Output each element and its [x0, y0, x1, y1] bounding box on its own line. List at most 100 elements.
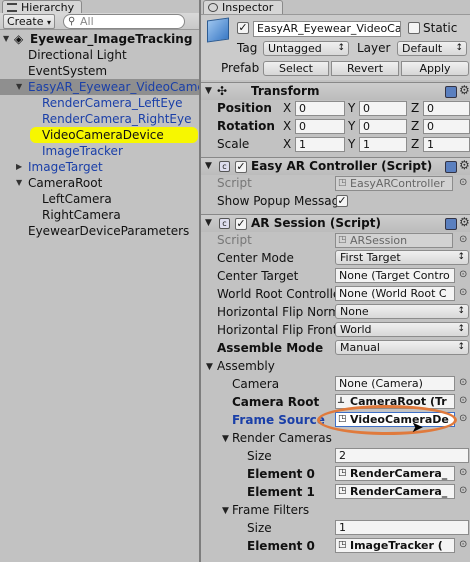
gear-icon[interactable]: ⚙ — [459, 158, 470, 172]
assemble-mode-dropdown[interactable]: Manual — [335, 340, 469, 355]
object-picker-icon[interactable]: ⊙ — [459, 485, 467, 496]
create-button[interactable]: Create ▾ — [3, 14, 55, 29]
scale-x-field[interactable]: 1 — [295, 137, 345, 152]
render-cameras-label: Render Cameras — [232, 431, 332, 445]
camera-field[interactable]: None (Camera) — [335, 376, 455, 391]
position-y-field[interactable]: 0 — [359, 101, 407, 116]
tree-item-directional-light[interactable]: Directional Light — [0, 47, 200, 63]
scene-row[interactable]: ▼ ◈ Eyewear_ImageTracking — [0, 31, 200, 47]
scale-y-field[interactable]: 1 — [359, 137, 407, 152]
object-picker-icon[interactable]: ⊙ — [459, 269, 467, 280]
assembly-label: Assembly — [217, 359, 275, 373]
object-picker-icon[interactable]: ⊙ — [459, 395, 467, 406]
active-checkbox[interactable]: ✓ — [237, 22, 249, 34]
tree-item-render-camera-left[interactable]: RenderCamera_LeftEye — [0, 95, 200, 111]
expand-arrow-icon[interactable]: ▼ — [205, 86, 212, 96]
session-enabled-checkbox[interactable]: ✓ — [235, 218, 247, 230]
center-mode-label: Center Mode — [217, 251, 294, 265]
easyar-controller-header[interactable]: ▼ c ✓ Easy AR Controller (Script) ⚙ — [201, 157, 470, 175]
center-mode-dropdown[interactable]: First Target — [335, 250, 469, 265]
tree-item-event-system[interactable]: EventSystem — [0, 63, 200, 79]
expand-arrow-icon[interactable]: ▼ — [206, 362, 213, 372]
gear-icon[interactable]: ⚙ — [459, 215, 470, 229]
rotation-y-label: Y — [348, 119, 356, 133]
hierarchy-list-icon — [7, 3, 17, 12]
tree-item-video-camera-device[interactable]: VideoCameraDevice — [30, 127, 198, 143]
expand-arrow-icon[interactable]: ▼ — [16, 79, 22, 95]
position-z-field[interactable]: 0 — [423, 101, 470, 116]
session-script-field: ◳ ARSession — [335, 233, 453, 248]
render-element0-field[interactable]: ◳ RenderCamera_ — [335, 466, 455, 481]
hflip-normal-label: Horizontal Flip Norma — [217, 305, 348, 319]
tree-item-image-tracker[interactable]: ImageTracker — [0, 143, 200, 159]
tree-item-image-target[interactable]: ▶ ImageTarget — [0, 159, 200, 175]
rotation-y-field[interactable]: 0 — [359, 119, 407, 134]
prefab-revert-button[interactable]: Revert — [331, 61, 399, 76]
help-book-icon[interactable] — [445, 161, 457, 173]
render-size-field[interactable]: 2 — [335, 448, 469, 463]
tag-dropdown[interactable]: Untagged — [263, 41, 349, 56]
tree-item-left-camera[interactable]: LeftCamera — [0, 191, 200, 207]
tree-item-right-camera[interactable]: RightCamera — [0, 207, 200, 223]
expand-arrow-icon[interactable]: ▼ — [3, 31, 9, 47]
help-book-icon[interactable] — [445, 218, 457, 230]
expand-arrow-icon[interactable]: ▼ — [222, 506, 229, 516]
expand-arrow-icon[interactable]: ▼ — [205, 161, 212, 171]
frame-filters-label: Frame Filters — [232, 503, 310, 517]
expand-arrow-icon[interactable]: ▼ — [16, 175, 22, 191]
script-icon: ◳ — [338, 235, 347, 245]
prefab-label: Prefab — [221, 61, 260, 75]
render-element1-field[interactable]: ◳ RenderCamera_ — [335, 484, 455, 499]
transform-header[interactable]: ▼ ✣ Transform ⚙ — [201, 82, 470, 100]
layer-label: Layer — [357, 41, 391, 55]
rotation-z-field[interactable]: 0 — [423, 119, 470, 134]
tree-item-easyar-eyewear-videocamera[interactable]: ▼ EasyAR_Eyewear_VideoCamera — [0, 79, 200, 95]
static-label: Static — [423, 21, 458, 35]
session-title: AR Session (Script) — [251, 216, 381, 230]
tree-item-label: VideoCameraDevice — [42, 128, 164, 142]
tree-item-camera-root[interactable]: ▼ CameraRoot — [0, 175, 200, 191]
filters-size-field[interactable]: 1 — [335, 520, 469, 535]
tree-item-render-camera-right[interactable]: RenderCamera_RightEye — [0, 111, 200, 127]
object-picker-icon[interactable]: ⊙ — [459, 377, 467, 388]
object-picker-icon[interactable]: ⊙ — [459, 539, 467, 550]
position-x-field[interactable]: 0 — [295, 101, 345, 116]
hierarchy-search-input[interactable]: ⚲ All — [63, 14, 185, 29]
object-picker-icon[interactable]: ⊙ — [459, 234, 467, 245]
rotation-label: Rotation — [217, 119, 275, 133]
collapse-arrow-icon[interactable]: ▶ — [16, 159, 22, 175]
rotation-x-field[interactable]: 0 — [295, 119, 345, 134]
tree-item-eyewear-device-parameters[interactable]: EyewearDeviceParameters — [0, 223, 200, 239]
hflip-normal-dropdown[interactable]: None — [335, 304, 469, 319]
controller-enabled-checkbox[interactable]: ✓ — [235, 161, 247, 173]
prefab-select-button[interactable]: Select — [263, 61, 329, 76]
object-picker-icon[interactable]: ⊙ — [459, 467, 467, 478]
object-name-field[interactable]: EasyAR_Eyewear_VideoCamera — [253, 21, 401, 37]
prefab-apply-button[interactable]: Apply — [401, 61, 469, 76]
position-label: Position — [217, 101, 272, 115]
tab-inspector[interactable]: Inspector — [203, 0, 283, 14]
ar-session-header[interactable]: ▼ c ✓ AR Session (Script) ⚙ — [201, 214, 470, 232]
scale-z-field[interactable]: 1 — [423, 137, 470, 152]
hflip-front-dropdown[interactable]: World — [335, 322, 469, 337]
search-placeholder: All — [80, 15, 94, 28]
gear-icon[interactable]: ⚙ — [459, 83, 470, 97]
static-checkbox[interactable] — [408, 22, 420, 34]
gameobject-cube-icon — [207, 17, 229, 43]
center-target-field[interactable]: None (Target Contro — [335, 268, 455, 283]
layer-dropdown[interactable]: Default — [397, 41, 467, 56]
info-icon — [208, 3, 218, 12]
tree-item-label: RenderCamera_RightEye — [42, 112, 192, 126]
expand-arrow-icon[interactable]: ▼ — [222, 434, 229, 444]
object-picker-icon[interactable]: ⊙ — [459, 413, 467, 424]
object-picker-icon[interactable]: ⊙ — [459, 287, 467, 298]
session-script-value: ARSession — [350, 234, 408, 247]
object-picker-icon[interactable]: ⊙ — [459, 177, 467, 188]
filters-element0-field[interactable]: ◳ ImageTracker ( — [335, 538, 455, 553]
tab-hierarchy[interactable]: Hierarchy — [2, 0, 82, 14]
help-book-icon[interactable] — [445, 86, 457, 98]
world-root-field[interactable]: None (World Root C — [335, 286, 455, 301]
camera-icon: ◳ — [338, 468, 347, 478]
show-popup-checkbox[interactable]: ✓ — [336, 195, 348, 207]
expand-arrow-icon[interactable]: ▼ — [205, 218, 212, 228]
